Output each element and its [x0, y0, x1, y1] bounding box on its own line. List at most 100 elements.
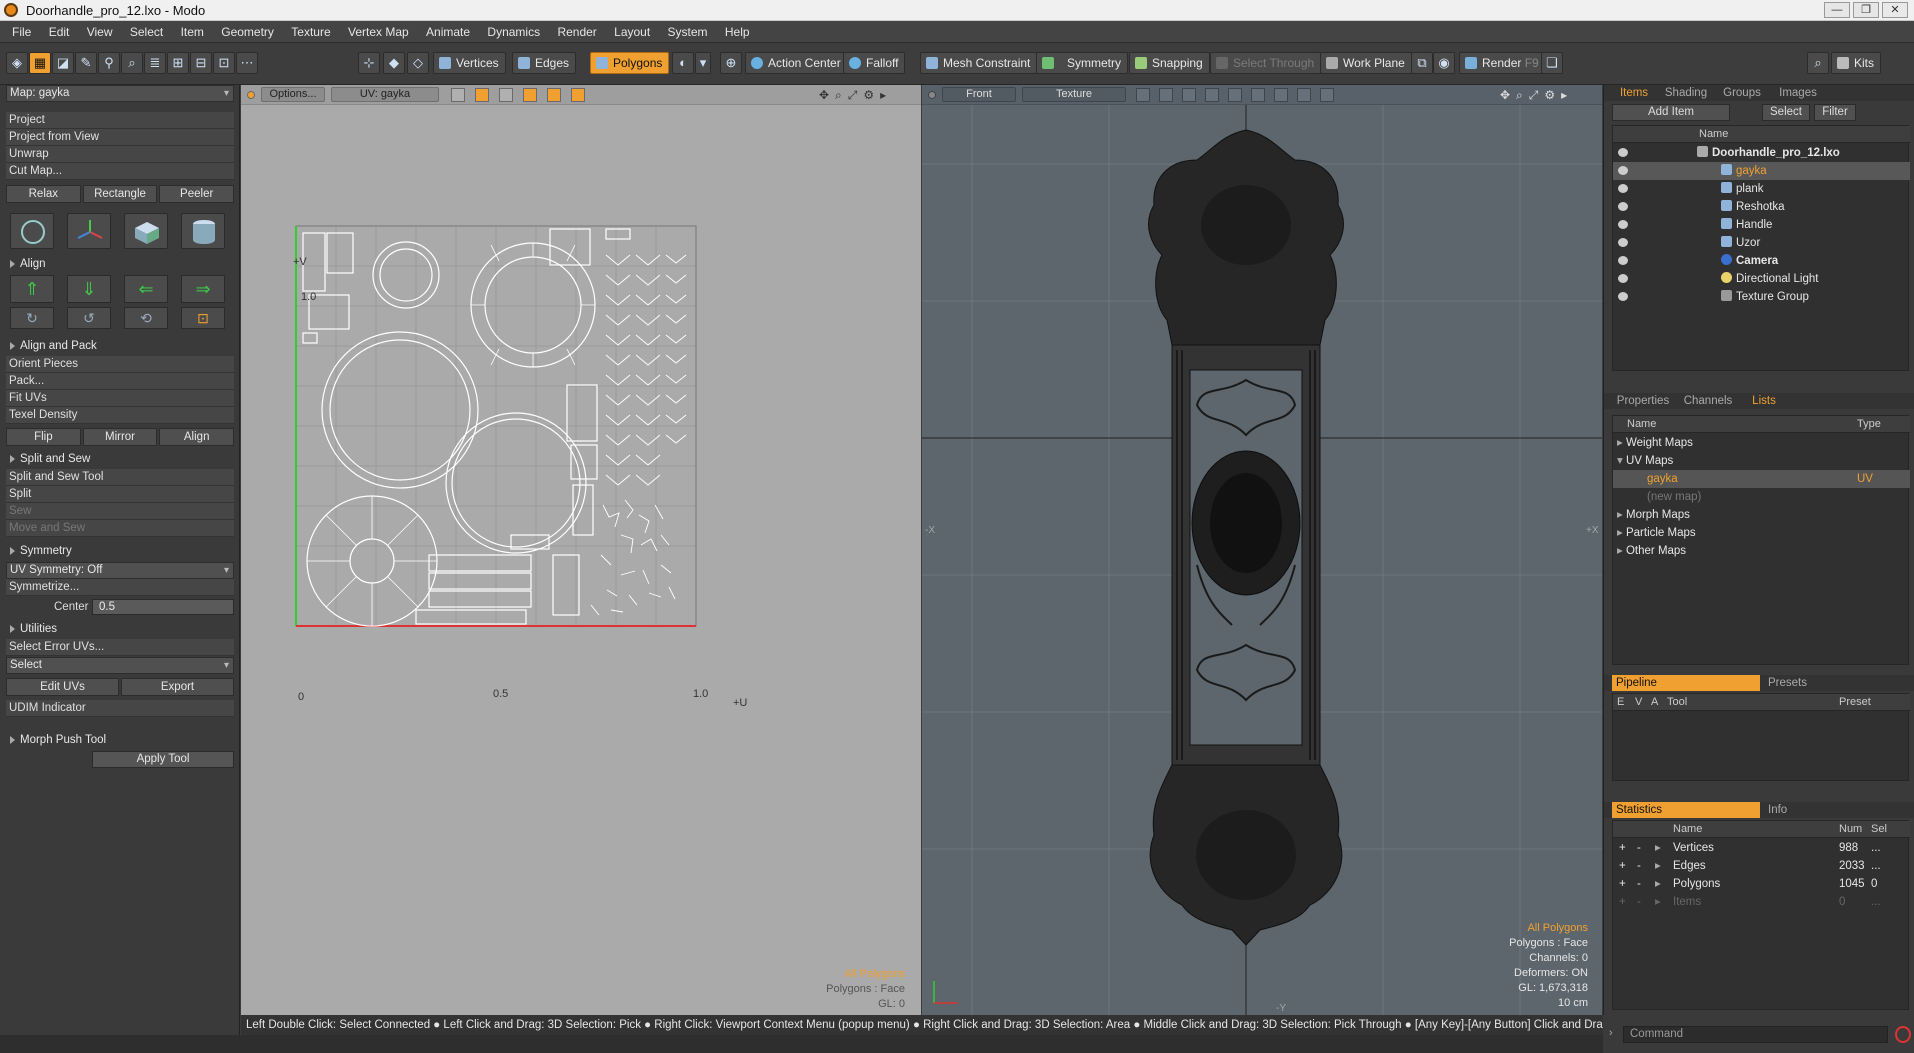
viewport-lock-icon[interactable]	[247, 91, 255, 99]
filter-button[interactable]: Filter	[1814, 104, 1856, 121]
uv-display-icon-3[interactable]	[499, 88, 513, 102]
uv-map-select[interactable]: Map: gayka	[6, 85, 234, 102]
edges-button[interactable]: Edges	[512, 52, 577, 74]
item-row-reshotka[interactable]: Reshotka	[1613, 198, 1910, 216]
workspace-icon[interactable]: ⊟	[190, 52, 212, 74]
tab-items[interactable]: Items	[1612, 85, 1656, 101]
export-dropdown[interactable]: Export	[121, 678, 234, 696]
item-row-plank[interactable]: plank	[1613, 180, 1910, 198]
display-icon-3[interactable]	[1182, 88, 1196, 102]
menu-select[interactable]: Select	[130, 21, 163, 39]
edit-uvs-dropdown[interactable]: Edit UVs	[6, 678, 119, 696]
polygons-button[interactable]: Polygons	[590, 52, 670, 74]
menu-geometry[interactable]: Geometry	[221, 21, 274, 39]
item-mode-icon[interactable]: ◈	[6, 52, 28, 74]
visibility-eye-icon[interactable]	[1618, 166, 1628, 175]
auto-select-icon[interactable]: ⊹	[358, 52, 380, 74]
command-input[interactable]: Command	[1623, 1026, 1888, 1043]
rotate-cw-icon[interactable]: ↻	[10, 307, 54, 329]
tab-shading[interactable]: Shading	[1660, 85, 1712, 101]
align-left-icon[interactable]: ⇐	[124, 275, 168, 303]
sew-button[interactable]: Sew	[6, 503, 234, 520]
align-section-header[interactable]: Align	[6, 256, 234, 272]
mesh-constraint-button[interactable]: Mesh Constraint	[920, 52, 1038, 74]
unwrap-button[interactable]: Unwrap	[6, 146, 234, 163]
maximize-button[interactable]: ❐	[1853, 2, 1879, 18]
split-sew-tool-button[interactable]: Split and Sew Tool	[6, 469, 234, 486]
split-sew-section-header[interactable]: Split and Sew	[6, 451, 234, 467]
uv-viewport-nav-icons[interactable]: ✥⌕⤢⚙▸	[819, 88, 892, 103]
add-item-button[interactable]: Add Item	[1612, 104, 1730, 121]
tab-images[interactable]: Images	[1772, 85, 1824, 101]
stat-row-items[interactable]: + - ▸ Items 0...	[1613, 893, 1910, 911]
3d-canvas[interactable]	[922, 105, 1602, 1015]
cube-icon[interactable]	[124, 213, 168, 249]
visibility-eye-icon[interactable]	[1618, 238, 1628, 247]
menu-render[interactable]: Render	[557, 21, 596, 39]
display-icon-6[interactable]	[1251, 88, 1265, 102]
menu-dynamics[interactable]: Dynamics	[487, 21, 540, 39]
doorhandle-mesh[interactable]	[1148, 129, 1344, 946]
vertex-select-icon[interactable]: ◆	[383, 52, 405, 74]
tab-groups[interactable]: Groups	[1716, 85, 1768, 101]
menu-texture[interactable]: Texture	[291, 21, 330, 39]
uv-display-icon-1[interactable]	[451, 88, 465, 102]
uv-mode-icon[interactable]: ▦	[29, 52, 51, 74]
uv-display-icon-5[interactable]	[547, 88, 561, 102]
visibility-eye-icon[interactable]	[1618, 220, 1628, 229]
split-button[interactable]: Split	[6, 486, 234, 503]
item-row-gayka[interactable]: gayka	[1613, 162, 1910, 180]
menu-vertex-map[interactable]: Vertex Map	[348, 21, 409, 39]
item-row-camera[interactable]: Camera	[1613, 252, 1910, 270]
paint-icon[interactable]: ✎	[75, 52, 97, 74]
symmetry-button[interactable]: Symmetry	[1036, 52, 1128, 74]
select-button[interactable]: Select	[1762, 104, 1810, 121]
pack-button[interactable]: Pack...	[6, 373, 234, 390]
texel-density-button[interactable]: Texel Density	[6, 407, 234, 424]
uv-map-gayka-row[interactable]: gayka UV	[1613, 470, 1910, 488]
weight-maps-row[interactable]: ▸ Weight Maps	[1613, 434, 1910, 452]
align-down-icon[interactable]: ⇓	[67, 275, 111, 303]
menu-item[interactable]: Item	[181, 21, 204, 39]
grid-icon[interactable]: ⊞	[167, 52, 189, 74]
minimize-button[interactable]: —	[1824, 2, 1850, 18]
item-row-directional-light[interactable]: Directional Light	[1613, 270, 1910, 288]
cylinder-icon[interactable]	[181, 213, 225, 249]
viewport-lock-icon[interactable]	[928, 91, 936, 99]
fit-uvs-button[interactable]: Fit UVs	[6, 390, 234, 407]
visibility-eye-icon[interactable]	[1618, 184, 1628, 193]
layout-icon[interactable]: ≣	[144, 52, 166, 74]
work-plane-button[interactable]: Work Plane	[1320, 52, 1412, 74]
flip-dropdown[interactable]: Flip	[6, 428, 81, 446]
3d-viewport-nav-icons[interactable]: ✥⌕⤢⚙▸	[1500, 88, 1573, 103]
uv-canvas[interactable]	[241, 105, 921, 1015]
new-map-row[interactable]: (new map)	[1613, 488, 1910, 506]
visibility-eye-icon[interactable]	[1618, 292, 1628, 301]
uv-island-icon[interactable]	[10, 213, 54, 249]
menu-view[interactable]: View	[87, 21, 113, 39]
tab-info[interactable]: Info	[1762, 802, 1909, 818]
cut-map-button[interactable]: Cut Map...	[6, 163, 234, 180]
orient-pieces-button[interactable]: Orient Pieces	[6, 356, 234, 373]
fit-icon[interactable]: ⊡	[213, 52, 235, 74]
command-record-icon[interactable]	[1895, 1026, 1911, 1043]
stat-row-polygons[interactable]: + - ▸ Polygons 1045 0	[1613, 875, 1910, 893]
relax-button[interactable]: Relax	[6, 185, 81, 203]
rotate-ccw-icon[interactable]: ↺	[67, 307, 111, 329]
transform-icon[interactable]	[67, 213, 111, 249]
apply-tool-button[interactable]: Apply Tool	[92, 751, 234, 768]
tab-channels[interactable]: Channels	[1678, 393, 1738, 409]
udim-indicator-button[interactable]: UDIM Indicator	[6, 700, 234, 717]
uv-display-icon-4[interactable]	[523, 88, 537, 102]
item-row-uzor[interactable]: Uzor	[1613, 234, 1910, 252]
peeler-button[interactable]: Peeler	[159, 185, 235, 203]
snap-icon[interactable]: ⋯	[236, 52, 258, 74]
uv-chevron-islands[interactable]	[590, 254, 687, 616]
3d-viewport[interactable]: Front Texture ✥⌕⤢⚙▸ -X +X -Y All Polygon…	[922, 85, 1602, 1015]
display-icon-2[interactable]	[1159, 88, 1173, 102]
display-icon-4[interactable]	[1205, 88, 1219, 102]
item-row-texture-group[interactable]: Texture Group	[1613, 288, 1910, 306]
falloff-button[interactable]: Falloff	[843, 52, 906, 74]
tab-pipeline[interactable]: Pipeline	[1612, 675, 1760, 691]
tab-statistics[interactable]: Statistics	[1612, 802, 1760, 818]
